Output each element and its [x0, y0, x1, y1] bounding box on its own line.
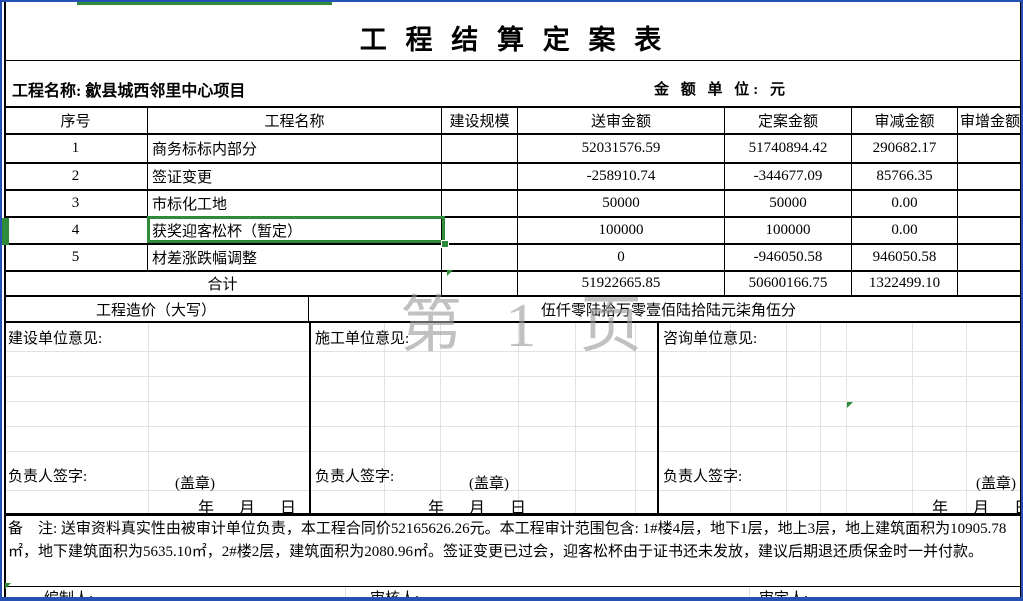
header-reduced: 审减金额 — [852, 108, 958, 133]
owner-opinion-label: 建设单位意见: — [8, 327, 102, 348]
cell-submitted[interactable]: 50000 — [518, 191, 725, 216]
owner-opinion-section[interactable]: 建设单位意见: 负责人签字: (盖章) 年 月 日 — [4, 323, 309, 515]
cell-final[interactable]: 51740894.42 — [725, 135, 852, 162]
table-row: 1 商务标标内部分 52031576.59 51740894.42 290682… — [4, 135, 1022, 164]
cell-scale[interactable] — [442, 245, 518, 270]
table-row: 2 签证变更 -258910.74 -344677.09 85766.35 — [4, 164, 1022, 191]
table-row-selected: 4 获奖迎客松杯（暂定） 100000 100000 0.00 — [4, 218, 1022, 245]
project-name-cell[interactable]: 工程名称: 歙县城西邻里中心项目 — [12, 77, 245, 101]
total-scale-cell[interactable] — [442, 272, 518, 295]
error-indicator-icon — [5, 583, 11, 589]
total-increased[interactable] — [958, 272, 1022, 295]
consultant-opinion-label: 咨询单位意见: — [663, 327, 757, 348]
cell-submitted[interactable]: 100000 — [518, 218, 725, 243]
cell-submitted[interactable]: -258910.74 — [518, 164, 725, 189]
seal-label: (盖章) — [469, 472, 509, 493]
table-header-row: 序号 工程名称 建设规模 送审金额 定案金额 审减金额 审增金额 — [4, 108, 1022, 135]
cell-final[interactable]: 100000 — [725, 218, 852, 243]
table-row: 3 市标化工地 50000 50000 0.00 — [4, 191, 1022, 218]
total-row: 合计 51922665.85 50600166.75 1322499.10 — [4, 272, 1022, 297]
selected-row-indicator — [2, 218, 9, 245]
page-title: 工 程 结 算 定 案 表 — [2, 18, 1023, 57]
amount-unit-label: 金 额 单 位: 元 — [654, 78, 789, 99]
cell-reduced[interactable]: 0.00 — [852, 191, 958, 216]
cell-increased[interactable] — [958, 218, 1022, 243]
cell-reduced[interactable]: 290682.17 — [852, 135, 958, 162]
consultant-opinion-section[interactable]: 咨询单位意见: 负责人签字: (盖章) 年 月 日 — [657, 323, 1022, 515]
cell-no[interactable]: 2 — [4, 164, 148, 189]
table-row: 5 材差涨跌幅调整 0 -946050.58 946050.58 — [4, 245, 1022, 272]
cell-increased[interactable] — [958, 245, 1022, 270]
fill-handle[interactable] — [441, 240, 449, 248]
cell-increased[interactable] — [958, 191, 1022, 216]
settlement-sheet-window: 工 程 结 算 定 案 表 工程名称: 歙县城西邻里中心项目 金 额 单 位: … — [0, 0, 1023, 601]
opinion-bottom-border — [4, 513, 1022, 516]
cell-no[interactable]: 5 — [4, 245, 148, 270]
error-indicator-icon — [847, 402, 853, 408]
cell-reduced[interactable]: 0.00 — [852, 218, 958, 243]
cell-no[interactable]: 1 — [4, 135, 148, 162]
cell-name[interactable]: 市标化工地 — [148, 191, 442, 216]
cell-final[interactable]: -946050.58 — [725, 245, 852, 270]
sign-label: 负责人签字: — [315, 465, 394, 486]
amount-in-words-row: 工程造价（大写） 伍仟零陆拾万零壹佰陆拾陆元柒角伍分 — [4, 297, 1022, 323]
contractor-opinion-section[interactable]: 施工单位意见: 负责人签字: (盖章) 年 月 日 — [309, 323, 657, 515]
title-divider — [4, 60, 1022, 61]
total-submitted[interactable]: 51922665.85 — [518, 272, 725, 295]
cell-final[interactable]: -344677.09 — [725, 164, 852, 189]
cell-increased[interactable] — [958, 135, 1022, 162]
cell-increased[interactable] — [958, 164, 1022, 189]
cell-scale[interactable] — [442, 164, 518, 189]
error-indicator-icon — [447, 270, 453, 276]
remark-text: 备 注: 送审资料真实性由被审计单位负责，本工程合同价52165626.26元。… — [8, 518, 1020, 564]
amount-in-words-value[interactable]: 伍仟零陆拾万零壹佰陆拾陆元柒角伍分 — [309, 297, 1022, 321]
sign-label: 负责人签字: — [663, 465, 742, 486]
cell-no[interactable]: 4 — [4, 218, 148, 243]
cell-submitted[interactable]: 52031576.59 — [518, 135, 725, 162]
header-name: 工程名称 — [148, 108, 442, 133]
cell-name[interactable]: 材差涨跌幅调整 — [148, 245, 442, 270]
sign-label: 负责人签字: — [8, 465, 87, 486]
cell-reduced[interactable]: 946050.58 — [852, 245, 958, 270]
total-final[interactable]: 50600166.75 — [725, 272, 852, 295]
seal-label: (盖章) — [175, 472, 215, 493]
contractor-opinion-label: 施工单位意见: — [315, 327, 409, 348]
cell-name[interactable]: 商务标标内部分 — [148, 135, 442, 162]
cell-final[interactable]: 50000 — [725, 191, 852, 216]
header-final: 定案金额 — [725, 108, 852, 133]
cell-submitted[interactable]: 0 — [518, 245, 725, 270]
window-bottom-border — [2, 597, 1023, 601]
cell-no[interactable]: 3 — [4, 191, 148, 216]
header-scale: 建设规模 — [442, 108, 518, 133]
cell-scale[interactable] — [442, 191, 518, 216]
header-no: 序号 — [4, 108, 148, 133]
selected-cell-name[interactable]: 获奖迎客松杯（暂定） — [148, 218, 442, 243]
column-selection-strip — [77, 2, 332, 5]
seal-label: (盖章) — [976, 472, 1016, 493]
cell-name[interactable]: 签证变更 — [148, 164, 442, 189]
total-label-cell[interactable]: 合计 — [4, 272, 442, 295]
header-submitted: 送审金额 — [518, 108, 725, 133]
project-name-value: 歙县城西邻里中心项目 — [85, 83, 245, 100]
project-name-label: 工程名称: — [12, 83, 85, 100]
amount-in-words-label: 工程造价（大写） — [4, 297, 309, 321]
cell-reduced[interactable]: 85766.35 — [852, 164, 958, 189]
cell-scale[interactable] — [442, 218, 518, 243]
header-increased: 审增金额 — [958, 108, 1022, 133]
total-reduced[interactable]: 1322499.10 — [852, 272, 958, 295]
cell-scale[interactable] — [442, 135, 518, 162]
